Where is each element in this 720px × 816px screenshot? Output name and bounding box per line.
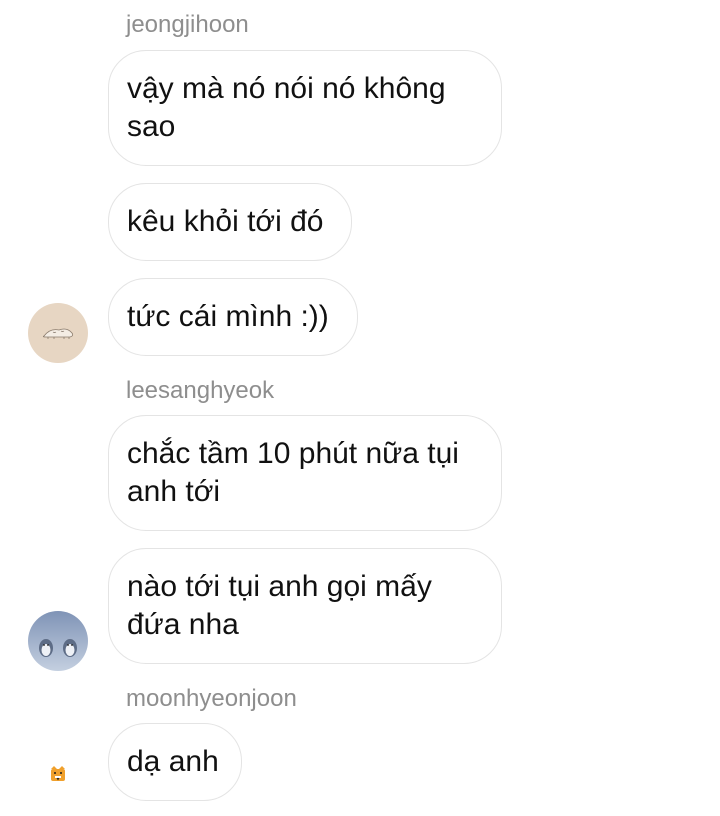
- message-text: nào tới tụi anh gọi mấy đứa nha: [127, 570, 432, 641]
- message-bubble[interactable]: vậy mà nó nói nó không sao: [108, 50, 502, 166]
- message-bubble[interactable]: nào tới tụi anh gọi mấy đứa nha: [108, 548, 502, 664]
- tiger-emoji-avatar-icon[interactable]: [28, 745, 88, 805]
- message-text: kêu khỏi tới đó: [127, 205, 324, 238]
- message-bubble[interactable]: dạ anh: [108, 723, 242, 801]
- message-text: vậy mà nó nói nó không sao: [127, 72, 446, 143]
- sender-name: moonhyeonjoon: [126, 685, 297, 712]
- message-bubble[interactable]: chắc tầm 10 phút nữa tụi anh tới: [108, 415, 502, 531]
- sleeping-animal-avatar-icon[interactable]: [28, 303, 88, 363]
- message-text: chắc tầm 10 phút nữa tụi anh tới: [127, 437, 459, 508]
- message-text: dạ anh: [127, 745, 219, 778]
- sender-name: leesanghyeok: [126, 377, 275, 404]
- penguins-avatar-icon[interactable]: [28, 611, 88, 671]
- message-bubble[interactable]: kêu khỏi tới đó: [108, 183, 352, 261]
- message-text: tức cái mình :)): [127, 300, 329, 333]
- sender-name: jeongjihoon: [126, 11, 249, 38]
- message-bubble[interactable]: tức cái mình :)): [108, 278, 358, 356]
